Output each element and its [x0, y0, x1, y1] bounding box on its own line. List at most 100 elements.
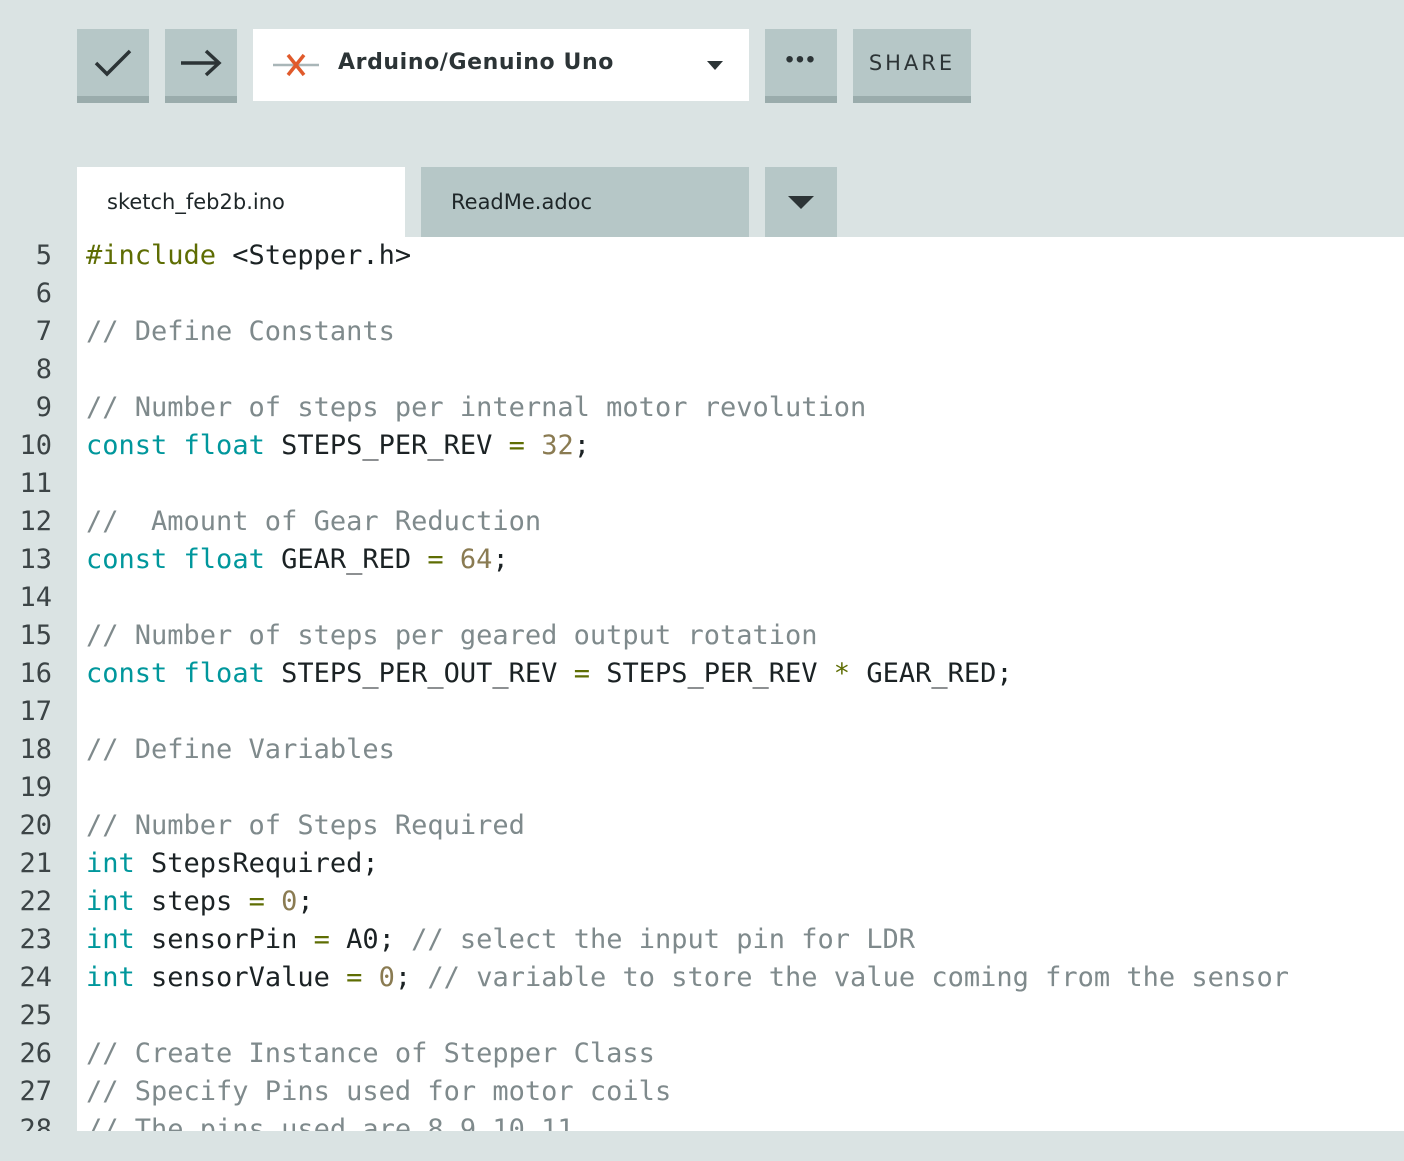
tab-label: sketch_feb2b.ino [107, 190, 285, 214]
file-tabs: sketch_feb2b.ino ReadMe.adoc [77, 167, 877, 237]
code-line[interactable] [86, 465, 1396, 503]
code-token: // Number of steps per internal motor re… [86, 392, 867, 423]
line-number: 11 [19, 468, 52, 499]
code-token: // variable to store the value coming fr… [427, 962, 1289, 993]
code-token: 64 [459, 544, 493, 575]
line-number: 12 [19, 506, 52, 537]
code-token: = [346, 962, 363, 993]
line-number: 17 [19, 696, 52, 727]
code-token: float [183, 658, 265, 689]
board-selector[interactable]: Arduino/Genuino Uno [253, 29, 749, 101]
line-number: 23 [19, 924, 52, 955]
code-token: // Define Variables [86, 734, 395, 765]
code-line[interactable]: // Specify Pins used for motor coils [86, 1073, 1396, 1111]
toolbar: Arduino/Genuino Uno ••• SHARE [77, 29, 977, 103]
code-token: = [508, 430, 525, 461]
code-token: // Amount of Gear Reduction [86, 506, 542, 537]
code-token: // Create Instance of Stepper Class [86, 1038, 655, 1069]
board-name: Arduino/Genuino Uno [338, 50, 614, 75]
tab-label: ReadMe.adoc [451, 190, 593, 214]
code-token: StepsRequired; [134, 848, 379, 879]
bottom-bar [0, 1131, 1404, 1161]
code-line[interactable]: int sensorPin = A0; // select the input … [86, 921, 1396, 959]
code-area[interactable]: #include <Stepper.h> // Define Constants /… [86, 237, 1396, 1131]
line-number: 22 [19, 886, 52, 917]
upload-button[interactable] [165, 29, 237, 103]
tab-readme[interactable]: ReadMe.adoc [421, 167, 749, 237]
more-dots-icon: ••• [785, 45, 817, 73]
tabs-menu-button[interactable] [765, 167, 837, 237]
code-token: 32 [541, 430, 574, 461]
code-token: = [573, 658, 590, 689]
code-line[interactable] [86, 693, 1396, 731]
verify-button[interactable] [77, 29, 149, 103]
code-token: GEAR_RED; [850, 658, 1013, 689]
disconnected-board-icon [273, 53, 319, 77]
checkmark-icon [94, 49, 132, 76]
line-number: 6 [35, 278, 52, 309]
code-line[interactable]: // Number of Steps Required [86, 807, 1396, 845]
more-options-button[interactable]: ••• [765, 29, 837, 103]
code-line[interactable]: int StepsRequired; [86, 845, 1396, 883]
code-token: = [248, 886, 265, 917]
code-token: int [86, 924, 135, 955]
code-line[interactable]: // Amount of Gear Reduction [86, 503, 1396, 541]
code-line[interactable]: int steps = 0; [86, 883, 1396, 921]
line-number: 8 [35, 354, 52, 385]
line-number: 20 [19, 810, 52, 841]
code-line[interactable]: const float STEPS_PER_OUT_REV = STEPS_PE… [86, 655, 1396, 693]
code-token: int [86, 962, 135, 993]
code-token: sensorValue [134, 962, 347, 993]
code-token: // Number of Steps Required [86, 810, 525, 841]
tab-sketch[interactable]: sketch_feb2b.ino [77, 167, 405, 237]
caret-down-icon [707, 61, 723, 70]
code-token: const [86, 658, 168, 689]
caret-down-icon [788, 195, 814, 209]
code-line[interactable] [86, 275, 1396, 313]
code-token: 0 [378, 962, 395, 993]
code-token: float [183, 430, 265, 461]
code-line[interactable] [86, 997, 1396, 1035]
line-number: 19 [19, 772, 52, 803]
code-token: // Specify Pins used for motor coils [86, 1076, 672, 1107]
code-token: sensorPin [134, 924, 314, 955]
line-number: 18 [19, 734, 52, 765]
code-editor[interactable]: 5 6 7 8 9 10 11 12 13 14 15 16 17 18 19 20 21 22 23 24 25 26 2… [0, 237, 1404, 1131]
line-number: 7 [35, 316, 52, 347]
share-label: SHARE [868, 50, 956, 75]
code-token: const [86, 430, 168, 461]
code-line[interactable]: int sensorValue = 0; // variable to stor… [86, 959, 1396, 997]
line-number: 27 [19, 1076, 52, 1107]
code-token: // select the input pin for LDR [411, 924, 916, 955]
code-line[interactable]: // The pins used are 8,9,10,11 [86, 1111, 1396, 1131]
code-token: <Stepper.h> [216, 240, 412, 271]
code-line[interactable]: // Create Instance of Stepper Class [86, 1035, 1396, 1073]
code-line[interactable]: // Define Constants [86, 313, 1396, 351]
code-token: = [427, 544, 444, 575]
line-number: 14 [19, 582, 52, 613]
line-number: 28 [19, 1114, 52, 1131]
code-line[interactable]: #include <Stepper.h> [86, 237, 1396, 275]
code-line[interactable]: // Define Variables [86, 731, 1396, 769]
code-line[interactable] [86, 579, 1396, 617]
code-line[interactable] [86, 351, 1396, 389]
code-token: steps [134, 886, 249, 917]
line-number: 21 [19, 848, 52, 879]
code-line[interactable] [86, 769, 1396, 807]
line-number: 26 [19, 1038, 52, 1069]
line-number: 16 [19, 658, 52, 689]
arrow-right-icon [181, 49, 222, 76]
code-token: // Define Constants [86, 316, 395, 347]
code-line[interactable]: const float STEPS_PER_REV = 32; [86, 427, 1396, 465]
share-button[interactable]: SHARE [853, 29, 971, 103]
code-line[interactable]: // Number of steps per internal motor re… [86, 389, 1396, 427]
code-line[interactable]: const float GEAR_RED = 64; [86, 541, 1396, 579]
line-number: 13 [19, 544, 52, 575]
code-line[interactable]: // Number of steps per geared output rot… [86, 617, 1396, 655]
code-token: ; [394, 962, 428, 993]
